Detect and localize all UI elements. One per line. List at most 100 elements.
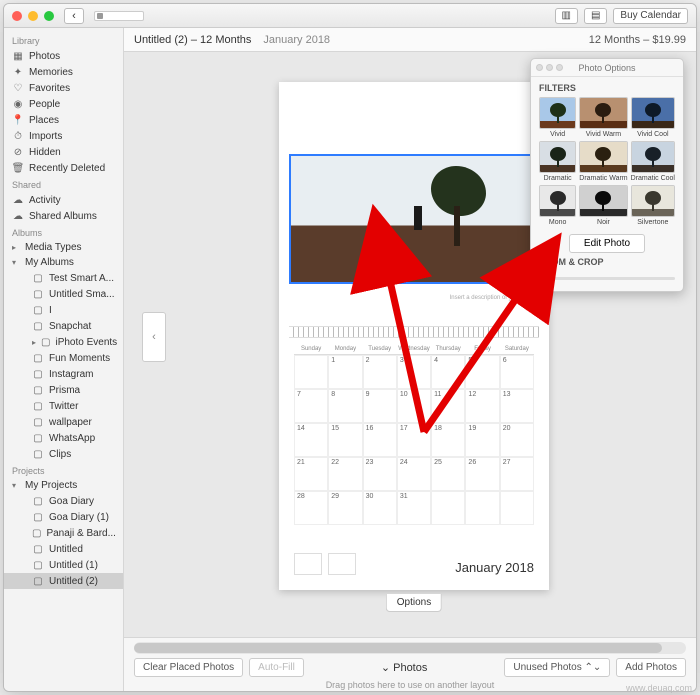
- filter-option[interactable]: Vivid: [539, 97, 576, 138]
- layout-toggle-1[interactable]: ▥: [555, 8, 578, 24]
- unused-photos-dropdown[interactable]: Unused Photos ⌃⌄: [504, 658, 610, 677]
- sidebar-album[interactable]: ▸▢iPhoto Events: [4, 334, 123, 350]
- calendar-cell[interactable]: 26: [465, 457, 499, 491]
- calendar-cell[interactable]: [465, 491, 499, 525]
- calendar-cell[interactable]: 9: [363, 389, 397, 423]
- sidebar-album[interactable]: ▢Twitter: [4, 398, 123, 414]
- add-photos-button[interactable]: Add Photos: [616, 658, 686, 677]
- sidebar-item-my-projects[interactable]: ▾My Projects: [4, 478, 123, 493]
- filter-option[interactable]: Dramatic Cool: [631, 141, 675, 182]
- calendar-cell[interactable]: 2: [363, 355, 397, 389]
- calendar-cell[interactable]: 19: [465, 423, 499, 457]
- calendar-cell[interactable]: [500, 491, 534, 525]
- sidebar-album[interactable]: ▢wallpaper: [4, 414, 123, 430]
- calendar-cell[interactable]: 7: [294, 389, 328, 423]
- calendar-cell[interactable]: 6: [500, 355, 534, 389]
- calendar-cell[interactable]: 31: [397, 491, 431, 525]
- sidebar-item[interactable]: ☁Shared Albums: [4, 208, 123, 224]
- calendar-cell[interactable]: 20: [500, 423, 534, 457]
- calendar-cell[interactable]: 27: [500, 457, 534, 491]
- calendar-cell[interactable]: 22: [328, 457, 362, 491]
- sidebar-album[interactable]: ▢Clips: [4, 446, 123, 462]
- filter-option[interactable]: Noir: [579, 185, 627, 226]
- sidebar-item-my-albums[interactable]: ▾My Albums: [4, 255, 123, 270]
- back-button[interactable]: ‹: [64, 8, 84, 24]
- minimize-icon[interactable]: [28, 11, 38, 21]
- sidebar-album[interactable]: ▢Instagram: [4, 366, 123, 382]
- calendar-cell[interactable]: 18: [431, 423, 465, 457]
- calendar-cell[interactable]: 21: [294, 457, 328, 491]
- sidebar-album[interactable]: ▢Untitled Sma...: [4, 286, 123, 302]
- filter-option[interactable]: Dramatic Warm: [579, 141, 627, 182]
- calendar-cell[interactable]: 13: [500, 389, 534, 423]
- filter-option[interactable]: Mono: [539, 185, 576, 226]
- calendar-cell[interactable]: [294, 355, 328, 389]
- close-icon[interactable]: [12, 11, 22, 21]
- sidebar-item-media-types[interactable]: ▸Media Types: [4, 240, 123, 255]
- sidebar-item[interactable]: 📍Places: [4, 112, 123, 128]
- zoom-crop-slider[interactable]: [539, 271, 675, 285]
- calendar-cell[interactable]: 30: [363, 491, 397, 525]
- calendar-cell[interactable]: 10: [397, 389, 431, 423]
- calendar-cell[interactable]: 23: [363, 457, 397, 491]
- filter-option[interactable]: Silvertone: [631, 185, 675, 226]
- calendar-cell[interactable]: 17: [397, 423, 431, 457]
- filter-option[interactable]: Vivid Warm: [579, 97, 627, 138]
- calendar-cell[interactable]: 8: [328, 389, 362, 423]
- calendar-cell[interactable]: 1: [328, 355, 362, 389]
- sidebar-album[interactable]: ▢Fun Moments: [4, 350, 123, 366]
- calendar-cell[interactable]: 11: [431, 389, 465, 423]
- calendar-cell[interactable]: 4: [431, 355, 465, 389]
- zoom-icon[interactable]: [44, 11, 54, 21]
- sidebar-album[interactable]: ▢WhatsApp: [4, 430, 123, 446]
- sidebar-album[interactable]: ▢Prisma: [4, 382, 123, 398]
- clear-placed-button[interactable]: Clear Placed Photos: [134, 658, 243, 677]
- calendar-cell[interactable]: [431, 491, 465, 525]
- sidebar-album[interactable]: ▢Snapchat: [4, 318, 123, 334]
- previous-page-button[interactable]: ‹: [142, 312, 166, 362]
- calendar-cell[interactable]: 3: [397, 355, 431, 389]
- calendar-cell[interactable]: 14: [294, 423, 328, 457]
- calendar-cell[interactable]: 25: [431, 457, 465, 491]
- sidebar-item[interactable]: ✦Memories: [4, 64, 123, 80]
- auto-fill-button[interactable]: Auto-Fill: [249, 658, 304, 677]
- sidebar-project[interactable]: ▢Untitled (1): [4, 557, 123, 573]
- calendar-cell[interactable]: 16: [363, 423, 397, 457]
- options-button[interactable]: Options: [386, 594, 442, 612]
- sidebar-item[interactable]: 🗑Recently Deleted: [4, 160, 123, 176]
- edit-photo-button[interactable]: Edit Photo: [569, 234, 645, 253]
- photos-dropdown[interactable]: ⌄ Photos: [310, 661, 498, 674]
- horizontal-scrollbar[interactable]: [134, 642, 686, 654]
- sidebar-item[interactable]: ☁Activity: [4, 192, 123, 208]
- calendar-cell[interactable]: 29: [328, 491, 362, 525]
- filter-option[interactable]: Vivid Cool: [631, 97, 675, 138]
- popover-window-controls: [536, 64, 563, 71]
- sidebar-project[interactable]: ▢Untitled (2): [4, 573, 123, 589]
- bottom-toolbar: Clear Placed Photos Auto-Fill ⌄ Photos U…: [124, 637, 696, 691]
- sidebar-item[interactable]: ⏱Imports: [4, 128, 123, 144]
- sidebar-project[interactable]: ▢Panaji & Bard...: [4, 525, 123, 541]
- calendar-cell[interactable]: 5: [465, 355, 499, 389]
- filter-option[interactable]: Dramatic: [539, 141, 576, 182]
- calendar-cell[interactable]: 24: [397, 457, 431, 491]
- sidebar-item[interactable]: ♡Favorites: [4, 80, 123, 96]
- calendar-photo[interactable]: [289, 154, 539, 284]
- zoom-slider-mini[interactable]: [94, 11, 144, 21]
- calendar-cell[interactable]: 28: [294, 491, 328, 525]
- sidebar-icon: ☁: [12, 194, 24, 206]
- sidebar-album[interactable]: ▢I: [4, 302, 123, 318]
- day-header: Friday: [465, 346, 499, 352]
- sidebar-item[interactable]: ◉People: [4, 96, 123, 112]
- sidebar-album[interactable]: ▢Test Smart A...: [4, 270, 123, 286]
- sidebar-item[interactable]: ⊘Hidden: [4, 144, 123, 160]
- sidebar-item[interactable]: ▦Photos: [4, 48, 123, 64]
- mini-calendars: [294, 553, 356, 575]
- sidebar-project[interactable]: ▢Untitled: [4, 541, 123, 557]
- sidebar-project[interactable]: ▢Goa Diary: [4, 493, 123, 509]
- buy-calendar-button[interactable]: Buy Calendar: [613, 8, 688, 24]
- layout-toggle-2[interactable]: ▤: [584, 8, 607, 24]
- calendar-cell[interactable]: 12: [465, 389, 499, 423]
- photo-description-hint[interactable]: Insert a description of your photo: [450, 295, 537, 301]
- calendar-cell[interactable]: 15: [328, 423, 362, 457]
- sidebar-project[interactable]: ▢Goa Diary (1): [4, 509, 123, 525]
